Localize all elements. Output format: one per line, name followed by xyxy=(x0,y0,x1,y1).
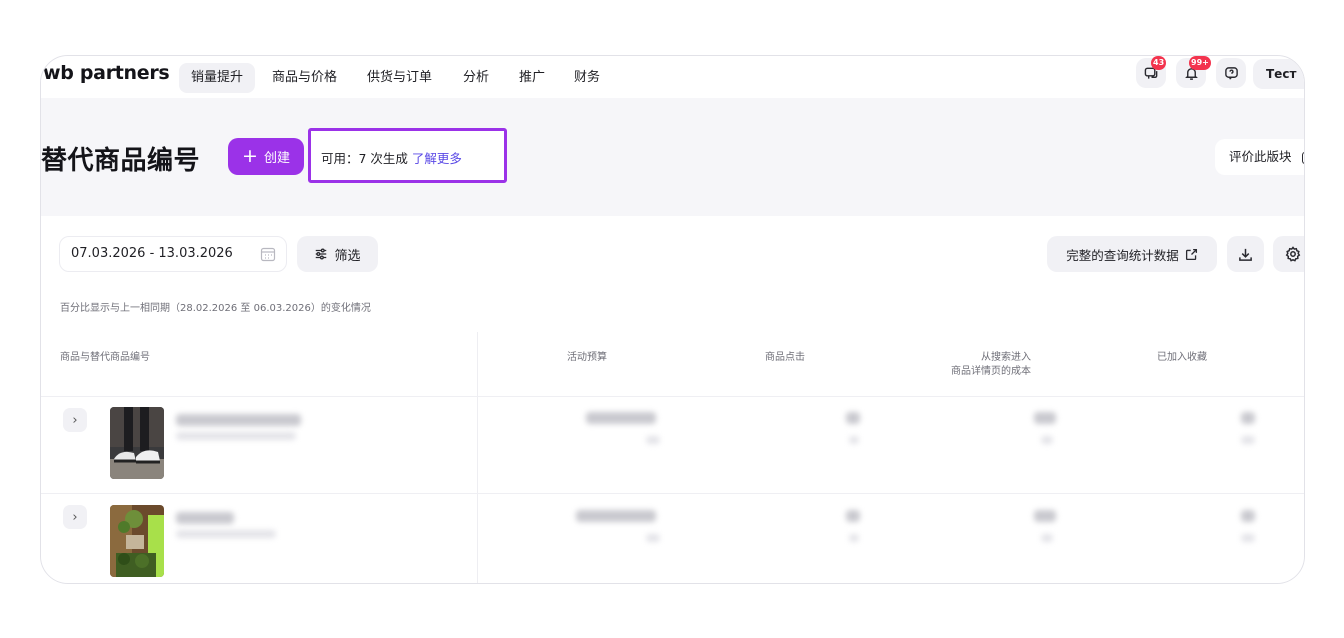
chat-badge: 43 xyxy=(1151,56,1167,70)
content-card: 07.03.2026 - 13.03.2026 筛选 完整的查询统计数据 百分比… xyxy=(41,216,1304,583)
page-title: 替代商品编号 xyxy=(41,146,201,176)
col-header-cost-per-card: 从搜索进入 商品详情页的成本 xyxy=(941,351,1031,379)
expand-row-button[interactable]: › xyxy=(63,505,87,529)
chat-button[interactable]: 43 xyxy=(1136,56,1167,88)
plus-icon: + xyxy=(242,145,258,167)
nav-item-promotion[interactable]: 推广 xyxy=(519,63,545,93)
notifications-badge: 99+ xyxy=(1189,56,1211,70)
budget-value xyxy=(586,412,656,424)
plant-pot-photo xyxy=(110,505,164,577)
user-menu-button[interactable]: Тест xyxy=(1253,59,1304,89)
favorites-value xyxy=(1241,510,1255,522)
nav-item-analytics[interactable]: 分析 xyxy=(463,63,489,93)
cost-change xyxy=(1041,436,1053,444)
date-range-value: 07.03.2026 - 13.03.2026 xyxy=(71,246,233,261)
calendar-icon xyxy=(260,247,276,262)
cost-value xyxy=(1034,510,1056,522)
favorites-value xyxy=(1241,412,1255,424)
product-subtitle xyxy=(176,432,296,440)
full-stats-label: 完整的查询统计数据 xyxy=(1066,247,1179,263)
col-header-clicks: 商品点击 xyxy=(765,352,805,363)
expand-row-button[interactable]: › xyxy=(63,408,87,432)
cost-value xyxy=(1034,412,1056,424)
chevron-right-icon: › xyxy=(72,412,78,428)
download-button[interactable] xyxy=(1227,236,1264,272)
notifications-button[interactable]: 99+ xyxy=(1176,56,1211,88)
row-separator xyxy=(41,493,1304,494)
rate-icon xyxy=(1301,151,1304,164)
comparison-note: 百分比显示与上一相同期（28.02.2026 至 06.03.2026）的变化情… xyxy=(60,303,371,314)
product-thumbnail xyxy=(110,407,164,479)
cost-change xyxy=(1041,534,1053,542)
app-window: wb partners 销量提升 商品与价格 供货与订单 分析 推广 财务 43… xyxy=(40,55,1305,584)
col-header-favorites: 已加入收藏 xyxy=(1157,352,1207,363)
available-generations-highlight: 可用：7 次生成 了解更多 xyxy=(308,128,507,183)
budget-change xyxy=(646,534,660,542)
support-icon xyxy=(1224,66,1238,80)
rate-section-label: 评价此版块 xyxy=(1229,149,1292,164)
product-thumbnail xyxy=(110,505,164,577)
clicks-change xyxy=(849,534,859,542)
nav-item-sales-boost[interactable]: 销量提升 xyxy=(179,63,256,93)
support-button[interactable] xyxy=(1216,58,1246,88)
top-nav: wb partners 销量提升 商品与价格 供货与订单 分析 推广 财务 43… xyxy=(41,56,1304,98)
nav-item-supply-orders[interactable]: 供货与订单 xyxy=(367,63,432,93)
external-link-icon xyxy=(1185,248,1197,260)
col-header-cost-line1: 从搜索进入 xyxy=(981,352,1031,363)
product-name xyxy=(176,414,301,426)
filter-icon xyxy=(316,248,327,260)
filter-label: 筛选 xyxy=(334,248,361,264)
nav-item-products-prices[interactable]: 商品与价格 xyxy=(272,63,337,93)
rate-section-button[interactable]: 评价此版块 xyxy=(1215,139,1304,175)
clicks-value xyxy=(846,412,860,424)
logo[interactable]: wb partners xyxy=(43,62,170,84)
filter-button[interactable]: 筛选 xyxy=(297,236,378,272)
create-button-label: 创建 xyxy=(263,151,290,166)
available-text: 可用：7 次生成 xyxy=(321,151,408,166)
row-separator xyxy=(41,396,1304,397)
available-generations: 可用：7 次生成 了解更多 xyxy=(321,143,462,175)
download-icon xyxy=(1239,248,1252,261)
col-header-cost-line2: 商品详情页的成本 xyxy=(951,366,1031,377)
favorites-change xyxy=(1241,534,1255,542)
column-divider xyxy=(477,332,478,583)
favorites-change xyxy=(1241,436,1255,444)
full-stats-button[interactable]: 完整的查询统计数据 xyxy=(1047,236,1217,272)
product-subtitle xyxy=(176,530,276,538)
budget-change xyxy=(646,436,660,444)
col-header-budget: 活动预算 xyxy=(567,352,607,363)
sneakers-photo xyxy=(110,407,164,479)
col-header-products: 商品与替代商品编号 xyxy=(60,352,150,363)
budget-value xyxy=(576,510,656,522)
date-range-picker[interactable]: 07.03.2026 - 13.03.2026 xyxy=(59,236,287,272)
gear-icon xyxy=(1285,246,1301,262)
create-button[interactable]: + 创建 xyxy=(228,138,304,175)
nav-item-finance[interactable]: 财务 xyxy=(574,63,600,93)
learn-more-link[interactable]: 了解更多 xyxy=(412,151,462,166)
clicks-change xyxy=(849,436,859,444)
clicks-value xyxy=(846,510,860,522)
settings-button[interactable] xyxy=(1273,236,1304,272)
chevron-right-icon: › xyxy=(72,509,78,525)
product-name xyxy=(176,512,234,524)
